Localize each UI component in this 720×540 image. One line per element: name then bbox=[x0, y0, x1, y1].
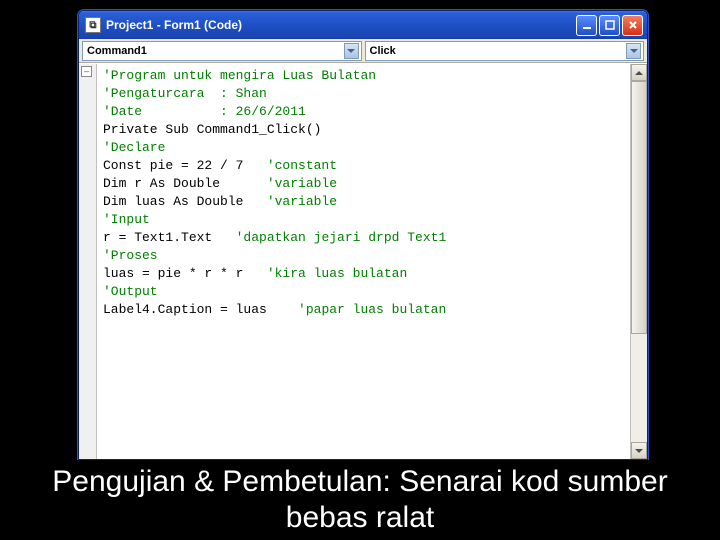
code-line: 'Program untuk mengira Luas Bulatan bbox=[103, 67, 624, 85]
code-line: Private Sub Command1_Click() bbox=[103, 121, 624, 139]
code-line: 'Pengaturcara : Shan bbox=[103, 85, 624, 103]
procedure-dropdown[interactable]: Click bbox=[365, 41, 645, 61]
scroll-up-button[interactable] bbox=[631, 64, 647, 81]
slide-caption: Pengujian & Pembetulan: Senarai kod sumb… bbox=[0, 460, 720, 540]
object-dropdown-value: Command1 bbox=[87, 45, 344, 57]
app-icon: ⧉ bbox=[85, 17, 101, 33]
maximize-button[interactable] bbox=[599, 15, 620, 36]
chevron-down-icon bbox=[626, 43, 641, 59]
close-button[interactable] bbox=[622, 15, 643, 36]
object-dropdown[interactable]: Command1 bbox=[82, 41, 362, 61]
code-line: 'Proses bbox=[103, 247, 624, 265]
chevron-down-icon bbox=[344, 43, 359, 59]
vertical-scrollbar[interactable] bbox=[630, 64, 647, 459]
code-toolbar: Command1 Click bbox=[79, 39, 647, 63]
minimize-button[interactable] bbox=[576, 15, 597, 36]
code-line: Dim luas As Double 'variable bbox=[103, 193, 624, 211]
scroll-track[interactable] bbox=[631, 81, 647, 442]
scroll-thumb[interactable] bbox=[631, 81, 647, 334]
scroll-down-button[interactable] bbox=[631, 442, 647, 459]
code-line: 'Declare bbox=[103, 139, 624, 157]
code-area: – 'Program untuk mengira Luas Bulatan'Pe… bbox=[79, 63, 647, 459]
code-line: Label4.Caption = luas 'papar luas bulata… bbox=[103, 301, 624, 319]
code-window: ⧉ Project1 - Form1 (Code) Command1 Click… bbox=[78, 10, 648, 460]
code-line: r = Text1.Text 'dapatkan jejari drpd Tex… bbox=[103, 229, 624, 247]
code-line: luas = pie * r * r 'kira luas bulatan bbox=[103, 265, 624, 283]
fold-box-icon[interactable]: – bbox=[81, 66, 92, 77]
titlebar[interactable]: ⧉ Project1 - Form1 (Code) bbox=[79, 11, 647, 39]
code-line: 'Output bbox=[103, 283, 624, 301]
window-title: Project1 - Form1 (Code) bbox=[106, 18, 576, 32]
window-buttons bbox=[576, 15, 643, 36]
code-line: 'Input bbox=[103, 211, 624, 229]
code-line: Const pie = 22 / 7 'constant bbox=[103, 157, 624, 175]
code-line: 'Date : 26/6/2011 bbox=[103, 103, 624, 121]
code-line: Dim r As Double 'variable bbox=[103, 175, 624, 193]
code-editor[interactable]: 'Program untuk mengira Luas Bulatan'Peng… bbox=[97, 64, 630, 459]
code-gutter: – bbox=[79, 64, 97, 459]
procedure-dropdown-value: Click bbox=[370, 45, 627, 57]
